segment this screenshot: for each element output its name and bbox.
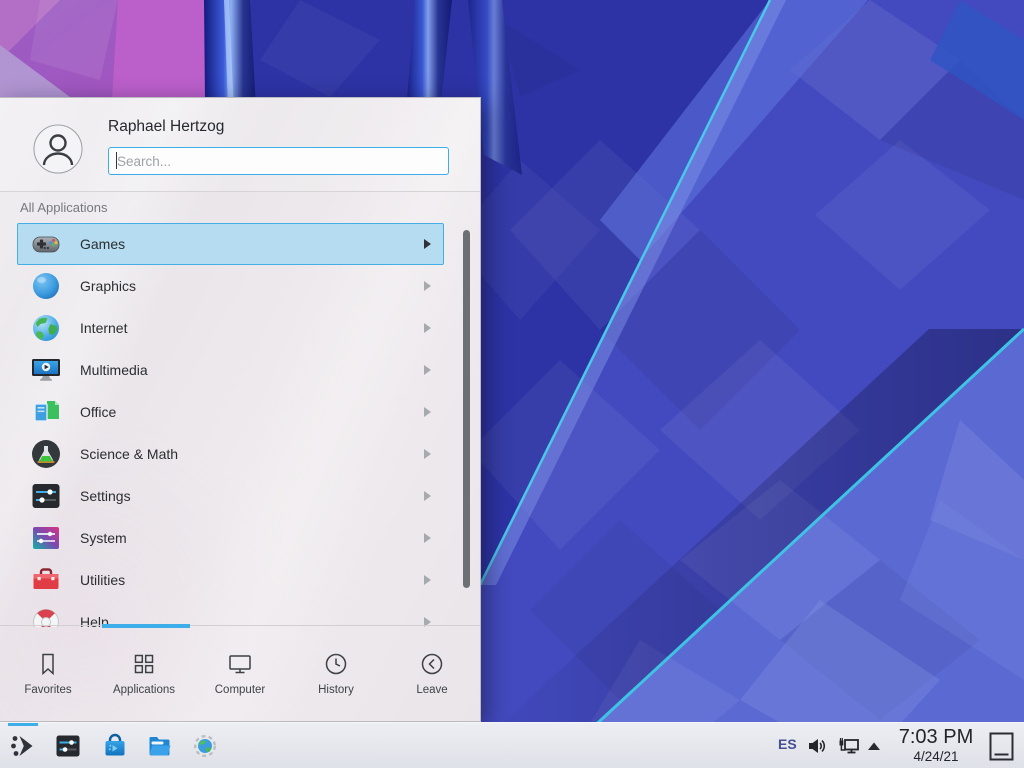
menu-item-graphics[interactable]: Graphics (17, 265, 444, 307)
tab-label: Leave (416, 684, 447, 696)
keyboard-layout-indicator[interactable]: ES (778, 736, 797, 752)
science-flask-icon (30, 438, 62, 470)
leave-icon (419, 651, 445, 677)
clock-date: 4/24/21 (888, 749, 984, 764)
menu-item-label: Graphics (80, 278, 136, 294)
active-tab-indicator (102, 624, 190, 628)
web-browser-icon[interactable] (191, 732, 219, 760)
bookmark-icon (35, 651, 61, 677)
system-sliders-icon (30, 522, 62, 554)
desktop: Raphael Hertzog All Applications (0, 0, 1024, 768)
expand-tray-caret-icon[interactable] (866, 741, 882, 751)
tab-label: History (318, 684, 354, 696)
menu-item-utilities[interactable]: Utilities (17, 559, 444, 601)
menu-item-internet[interactable]: Internet (17, 307, 444, 349)
launcher-tab-bar: Favorites Applications Computer History (0, 625, 480, 721)
menu-item-label: Games (80, 236, 125, 252)
network-icon[interactable] (837, 735, 861, 757)
gamepad-icon (30, 228, 62, 260)
tab-favorites[interactable]: Favorites (0, 626, 96, 721)
graphics-ball-icon (30, 270, 62, 302)
digital-clock[interactable]: 7:03 PM 4/24/21 (888, 725, 984, 764)
clock-icon (323, 651, 349, 677)
discover-software-center-icon[interactable] (101, 732, 129, 760)
submenu-arrow-icon (424, 281, 431, 291)
office-documents-icon (30, 396, 62, 428)
submenu-arrow-icon (424, 407, 431, 417)
tab-computer[interactable]: Computer (192, 626, 288, 721)
submenu-arrow-icon (424, 323, 431, 333)
system-settings-icon[interactable] (54, 732, 82, 760)
multimedia-monitor-icon (30, 354, 62, 386)
submenu-arrow-icon (424, 449, 431, 459)
tab-leave[interactable]: Leave (384, 626, 480, 721)
search-field-wrap (108, 147, 449, 175)
section-label: All Applications (20, 200, 107, 215)
submenu-arrow-icon (424, 575, 431, 585)
volume-icon[interactable] (806, 735, 828, 757)
settings-sliders-icon (30, 480, 62, 512)
tab-applications[interactable]: Applications (96, 626, 192, 721)
menu-item-settings[interactable]: Settings (17, 475, 444, 517)
help-lifebuoy-icon (30, 606, 62, 627)
menu-item-label: Internet (80, 320, 127, 336)
tab-history[interactable]: History (288, 626, 384, 721)
menu-item-label: Multimedia (80, 362, 148, 378)
search-input[interactable] (108, 147, 449, 175)
taskbar-panel: ES 7:03 PM 4/24/21 (0, 722, 1024, 768)
submenu-arrow-icon (424, 491, 431, 501)
list-scrollbar[interactable] (463, 230, 470, 588)
menu-item-help[interactable]: Help (17, 601, 444, 627)
application-launcher-button[interactable] (9, 732, 37, 760)
menu-item-science-math[interactable]: Science & Math (17, 433, 444, 475)
launcher-header: Raphael Hertzog (0, 98, 480, 192)
tab-label: Computer (215, 684, 266, 696)
tab-label: Favorites (24, 684, 71, 696)
submenu-arrow-icon (424, 533, 431, 543)
tab-label: Applications (113, 684, 175, 696)
menu-item-system[interactable]: System (17, 517, 444, 559)
internet-globe-icon (30, 312, 62, 344)
menu-item-label: Science & Math (80, 446, 178, 462)
computer-monitor-icon (227, 651, 253, 677)
show-desktop-widget[interactable] (988, 731, 1015, 762)
app-grid-icon (131, 651, 157, 677)
user-avatar-icon (33, 124, 83, 174)
dolphin-file-manager-icon[interactable] (146, 732, 174, 760)
submenu-arrow-icon (424, 365, 431, 375)
menu-item-multimedia[interactable]: Multimedia (17, 349, 444, 391)
utilities-toolbox-icon (30, 564, 62, 596)
submenu-arrow-icon (424, 239, 431, 249)
menu-item-label: Office (80, 404, 116, 420)
menu-item-label: System (80, 530, 127, 546)
text-cursor (116, 152, 117, 169)
launcher-active-indicator (8, 723, 38, 726)
user-name: Raphael Hertzog (108, 118, 224, 136)
application-launcher-menu: Raphael Hertzog All Applications (0, 97, 481, 722)
menu-item-label: Utilities (80, 572, 125, 588)
menu-item-games[interactable]: Games (17, 223, 444, 265)
menu-item-label: Settings (80, 488, 131, 504)
menu-item-office[interactable]: Office (17, 391, 444, 433)
clock-time: 7:03 PM (888, 725, 984, 749)
category-list: Games Graphics (0, 223, 480, 627)
